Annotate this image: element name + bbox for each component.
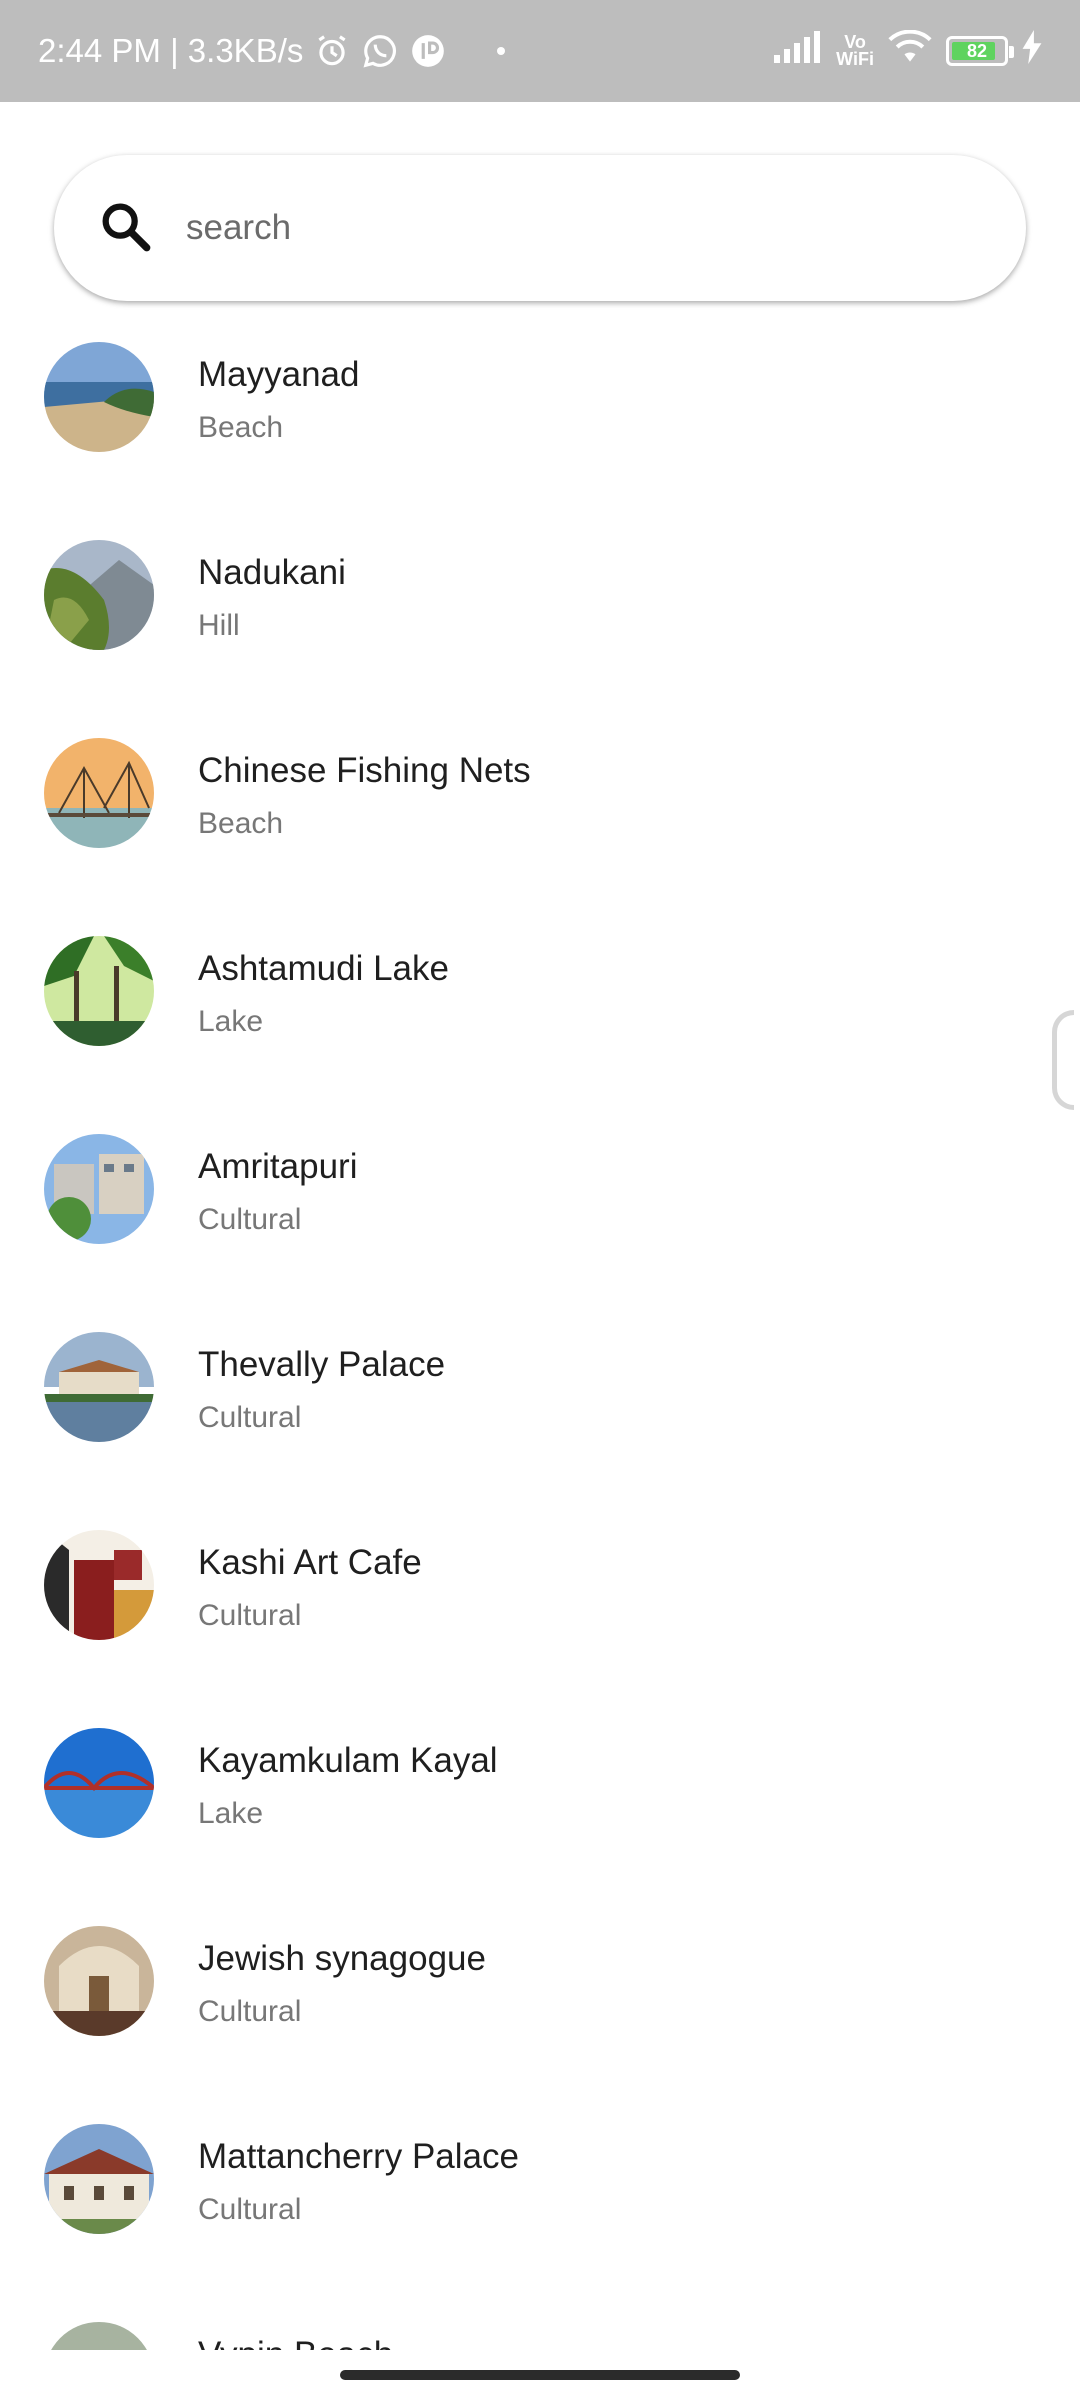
list-item[interactable]: Chinese Fishing Nets Beach (0, 726, 1080, 924)
scroll-handle[interactable] (1052, 1010, 1074, 1110)
alarm-icon (313, 32, 351, 70)
search-input[interactable] (186, 208, 886, 248)
list-item[interactable]: Jewish synagogue Cultural (0, 1914, 1080, 2112)
place-text: Ashtamudi Lake Lake (198, 936, 449, 1040)
avatar (44, 1332, 154, 1442)
battery-level: 82 (966, 40, 988, 61)
list-item[interactable]: Amritapuri Cultural (0, 1122, 1080, 1320)
place-text: Mayyanad Beach (198, 342, 359, 446)
list-item[interactable]: Ashtamudi Lake Lake (0, 924, 1080, 1122)
status-left: 2:44 PM | 3.3KB/s (38, 32, 506, 70)
place-name: Jewish synagogue (198, 1939, 486, 1978)
avatar (44, 738, 154, 848)
avatar (44, 1926, 154, 2036)
signal-icon (774, 31, 822, 71)
place-text: Thevally Palace Cultural (198, 1332, 445, 1436)
place-text: Vypin Beach (198, 2322, 393, 2350)
place-name: Chinese Fishing Nets (198, 751, 531, 790)
battery-icon: 82 (946, 36, 1014, 66)
gesture-navigation-bar[interactable] (340, 2370, 740, 2380)
place-name: Thevally Palace (198, 1345, 446, 1384)
place-text: Kashi Art Cafe Cultural (198, 1530, 422, 1634)
list-item[interactable]: Vypin Beach (0, 2310, 1080, 2350)
whatsapp-icon (361, 32, 399, 70)
place-category: Hill (198, 609, 240, 642)
avatar (44, 1530, 154, 1640)
place-text: Mattancherry Palace Cultural (198, 2124, 519, 2228)
place-category: Cultural (198, 2193, 302, 2226)
place-text: Kayamkulam Kayal Lake (198, 1728, 498, 1832)
avatar (44, 2322, 154, 2350)
place-text: Chinese Fishing Nets Beach (198, 738, 531, 842)
place-name: Kashi Art Cafe (198, 1543, 422, 1582)
search-icon[interactable] (96, 197, 154, 260)
list-item[interactable]: Mattancherry Palace Cultural (0, 2112, 1080, 2310)
place-category: Cultural (198, 1203, 302, 1236)
place-name: Ashtamudi Lake (198, 949, 449, 988)
place-category: Lake (198, 1005, 264, 1038)
avatar (44, 540, 154, 650)
vowifi-bottom-label: WiFi (836, 49, 874, 69)
place-name: Vypin Beach (198, 2334, 393, 2350)
vowifi-indicator: Vo WiFi (836, 33, 874, 69)
charging-icon (1022, 30, 1042, 72)
place-category: Lake (198, 1797, 264, 1830)
place-name: Mayyanad (198, 355, 360, 394)
avatar (44, 342, 154, 452)
place-category: Beach (198, 411, 284, 444)
place-text: Jewish synagogue Cultural (198, 1926, 486, 2030)
status-right: Vo WiFi 82 (774, 29, 1042, 72)
place-category: Cultural (198, 1401, 302, 1434)
place-name: Mattancherry Palace (198, 2137, 519, 2176)
avatar (44, 936, 154, 1046)
search-bar[interactable] (54, 155, 1026, 301)
app-notification-icon (409, 32, 447, 70)
list-item[interactable]: Kayamkulam Kayal Lake (0, 1716, 1080, 1914)
place-text: Amritapuri Cultural (198, 1134, 357, 1238)
avatar (44, 2124, 154, 2234)
list-item[interactable]: Kashi Art Cafe Cultural (0, 1518, 1080, 1716)
place-name: Amritapuri (198, 1147, 358, 1186)
place-name: Nadukani (198, 553, 346, 592)
avatar (44, 1134, 154, 1244)
status-time-speed: 2:44 PM | 3.3KB/s (38, 32, 304, 69)
place-category: Cultural (198, 1599, 302, 1632)
wifi-icon (888, 29, 932, 72)
place-category: Cultural (198, 1995, 302, 2028)
status-bar: 2:44 PM | 3.3KB/s Vo WiFi 82 (0, 0, 1080, 102)
avatar (44, 1728, 154, 1838)
list-item[interactable]: Thevally Palace Cultural (0, 1320, 1080, 1518)
place-name: Kayamkulam Kayal (198, 1741, 498, 1780)
list-item[interactable]: Mayyanad Beach (0, 330, 1080, 528)
list-item[interactable]: Nadukani Hill (0, 528, 1080, 726)
place-text: Nadukani Hill (198, 540, 346, 644)
place-category: Beach (198, 807, 284, 840)
places-list[interactable]: Mayyanad Beach Nadukani Hill Chinese Fis… (0, 330, 1080, 2350)
notification-dot-icon (497, 47, 506, 55)
